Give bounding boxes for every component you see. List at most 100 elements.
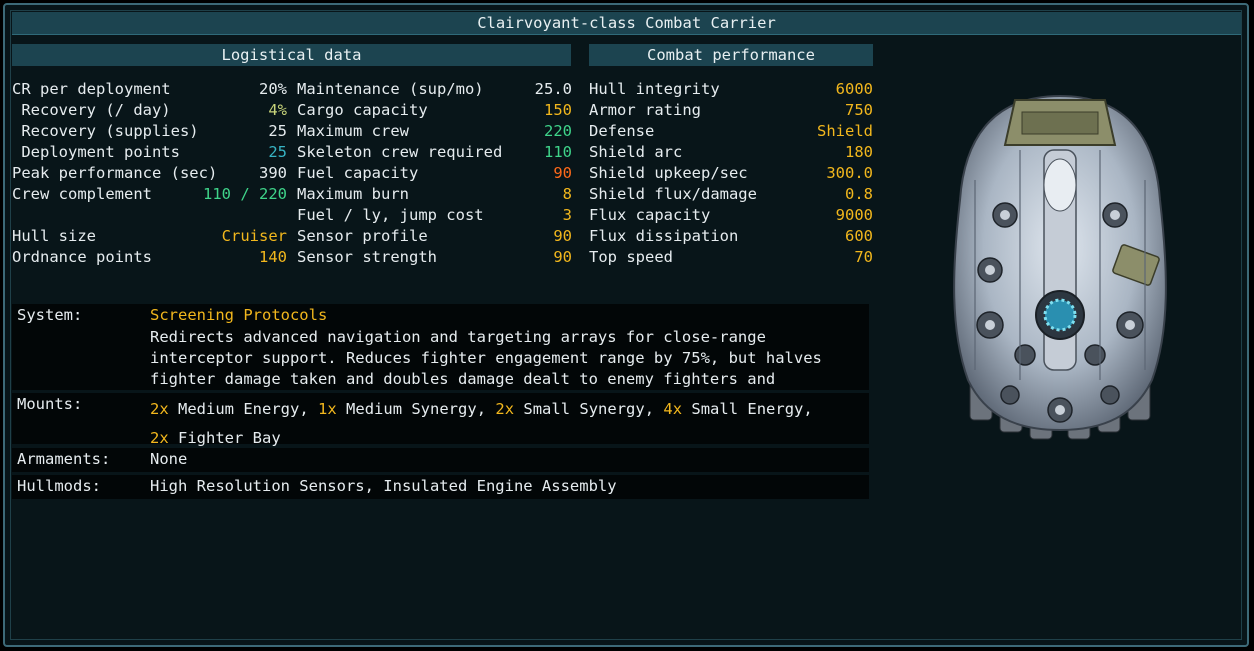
stat-row: Recovery (supplies) 25 [12, 121, 287, 142]
stat-row: Sensor profile 90 [297, 226, 572, 247]
stat-row: Ordnance points 140 [12, 247, 287, 268]
mount-name: Small Energy [691, 400, 804, 418]
stat-label: Fuel capacity [297, 164, 419, 182]
stat-row: Flux capacity 9000 [589, 205, 873, 226]
stat-value: 20% [259, 80, 287, 98]
stat-row: Defense Shield [589, 121, 873, 142]
stat-row: Maintenance (sup/mo) 25.0 [297, 79, 572, 100]
stat-value: 3 [562, 206, 572, 224]
stat-row: Maximum crew 220 [297, 121, 572, 142]
stat-value: 390 [259, 164, 287, 182]
stat-label: Peak performance (sec) [12, 164, 218, 182]
stat-value: Shield [817, 122, 873, 140]
hullmods-panel: Hullmods: High Resolution Sensors, Insul… [12, 475, 869, 499]
system-label: System: [17, 306, 83, 324]
stat-label: Maintenance (sup/mo) [297, 80, 484, 98]
stat-label: Flux capacity [589, 206, 711, 224]
stat-value: 25 [268, 143, 287, 161]
stat-value: 110 / 220 [203, 185, 287, 203]
stat-row: Maximum burn 8 [297, 184, 572, 205]
armaments-panel: Armaments: None [12, 448, 869, 472]
stat-label: Recovery (/ day) [12, 101, 171, 119]
mount-count: 4x [663, 400, 683, 418]
stat-row: Peak performance (sec) 390 [12, 163, 287, 184]
mount-name: Medium Energy [178, 400, 300, 418]
stat-label: Cargo capacity [297, 101, 428, 119]
stat-row: Crew complement 110 / 220 [12, 184, 287, 205]
mount-count: 2x [150, 429, 169, 447]
stat-value: 600 [845, 227, 873, 245]
stat-row: Deployment points 25 [12, 142, 287, 163]
mount-name: Medium Synergy [346, 400, 477, 418]
stat-row [12, 205, 287, 226]
stat-row: Recovery (/ day) 4% [12, 100, 287, 121]
stat-value: 90 [553, 227, 572, 245]
stat-value: 220 [544, 122, 572, 140]
stat-row: Sensor strength 90 [297, 247, 572, 268]
hullmods-value: High Resolution Sensors, Insulated Engin… [150, 477, 617, 495]
stat-row: Fuel capacity 90 [297, 163, 572, 184]
stat-label: Flux dissipation [589, 227, 739, 245]
stat-value: 140 [259, 248, 287, 266]
stat-label: Fuel / ly, jump cost [297, 206, 484, 224]
stat-label: Defense [589, 122, 655, 140]
stat-value: 70 [854, 248, 873, 266]
stat-value: 25.0 [534, 80, 572, 98]
armaments-label: Armaments: [17, 450, 111, 468]
stat-label: Crew complement [12, 185, 152, 203]
stat-value: 8 [562, 185, 572, 203]
stat-row: Shield flux/damage 0.8 [589, 184, 873, 205]
stat-row: Shield arc 180 [589, 142, 873, 163]
stat-label: Sensor profile [297, 227, 428, 245]
mount-count: 1x [318, 400, 337, 418]
stat-label: Ordnance points [12, 248, 152, 266]
stat-value: 750 [845, 101, 873, 119]
stat-label: Hull integrity [589, 80, 720, 98]
stat-value: 25 [268, 122, 287, 140]
stat-value: 150 [544, 101, 572, 119]
stat-row: Shield upkeep/sec 300.0 [589, 163, 873, 184]
mount-name: Fighter Bay [178, 429, 281, 447]
stat-row: Flux dissipation 600 [589, 226, 873, 247]
stat-value: 180 [845, 143, 873, 161]
mount-count: 2x [495, 400, 515, 418]
stat-value: 0.8 [845, 185, 873, 203]
stat-value: Cruiser [221, 227, 287, 245]
mount-count: 2x [150, 400, 169, 418]
hullmods-label: Hullmods: [17, 477, 101, 495]
stat-value: 300.0 [826, 164, 873, 182]
stat-label: Shield flux/damage [589, 185, 757, 203]
logistical-header: Logistical data [12, 44, 571, 66]
stat-row: Hull size Cruiser [12, 226, 287, 247]
stat-label: Top speed [589, 248, 673, 266]
stat-label: Recovery (supplies) [12, 122, 199, 140]
system-name: Screening Protocols [150, 306, 328, 324]
armaments-value: None [150, 450, 188, 468]
stat-row: Armor rating 750 [589, 100, 873, 121]
stat-row: CR per deployment 20% [12, 79, 287, 100]
stat-value: 110 [544, 143, 572, 161]
stat-label: CR per deployment [12, 80, 171, 98]
stat-label: Shield upkeep/sec [589, 164, 748, 182]
ship-sprite [953, 94, 1167, 440]
stat-row: Skeleton crew required 110 [297, 142, 572, 163]
mounts-label: Mounts: [17, 395, 83, 413]
stat-value: 4% [268, 101, 287, 119]
stat-row: Top speed 70 [589, 247, 873, 268]
mount-name: Small Synergy [523, 400, 645, 418]
stat-label: Deployment points [12, 143, 180, 161]
stat-label: Armor rating [589, 101, 701, 119]
mounts-panel: Mounts: 2x Medium Energy, 1x Medium Syne… [12, 393, 869, 447]
stat-label: Maximum burn [297, 185, 409, 203]
stat-row: Cargo capacity 150 [297, 100, 572, 121]
stat-label: Maximum crew [297, 122, 409, 140]
stat-row: Fuel / ly, jump cost 3 [297, 205, 572, 226]
stat-value: 6000 [835, 80, 873, 98]
stat-label: Hull size [12, 227, 96, 245]
stat-value: 9000 [835, 206, 873, 224]
stat-label: Shield arc [589, 143, 683, 161]
mounts-list: 2x Medium Energy, 1x Medium Synergy, 2x … [150, 400, 823, 447]
ship-title: Clairvoyant-class Combat Carrier [12, 12, 1241, 35]
stat-label: Sensor strength [297, 248, 437, 266]
stat-label: Skeleton crew required [297, 143, 503, 161]
